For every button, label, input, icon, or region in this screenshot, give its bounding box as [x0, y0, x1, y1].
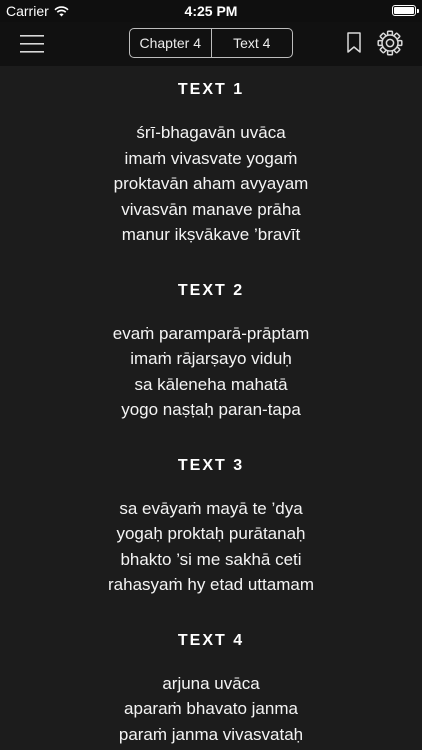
verse-content: TEXT 1 śrī-bhagavān uvāca imaṁ vivasvate… — [0, 66, 422, 750]
verse-line: bhakto ’si me sakhā ceti — [120, 549, 302, 569]
verse-line: sa evāyaṁ mayā te ’dya — [119, 498, 303, 518]
verse-line: arjuna uvāca — [162, 673, 260, 693]
verse-block: arjuna uvāca aparaṁ bhavato janma paraṁ … — [0, 671, 422, 748]
verse-line: rahasyaṁ hy etad uttamam — [108, 575, 314, 594]
chapter-segment[interactable]: Chapter 4 — [130, 29, 211, 57]
verse-line: yogaḥ proktaḥ purātanaḥ — [116, 524, 306, 543]
gear-icon[interactable] — [377, 30, 403, 56]
verse-line: imaṁ rājarṣayo viduḥ — [130, 349, 292, 368]
text-heading: TEXT 3 — [177, 456, 245, 474]
verse-line: yogo naṣṭaḥ paran-tapa — [121, 400, 301, 419]
text-heading: TEXT 4 — [177, 631, 245, 649]
verse-line: manur ikṣvākave ’bravīt — [121, 225, 301, 244]
battery-icon — [392, 5, 419, 16]
text-segment[interactable]: Text 4 — [210, 29, 293, 57]
text-section: TEXT 4 arjuna uvāca aparaṁ bhavato janma… — [0, 631, 422, 748]
text-section: TEXT 2 evaṁ paramparā-prāptam imaṁ rājar… — [0, 281, 422, 423]
status-bar: Carrier 4:25 PM — [0, 0, 422, 22]
verse-line: aparaṁ bhavato janma — [124, 699, 298, 718]
verse-line: proktavān aham avyayam — [113, 174, 309, 193]
text-heading: TEXT 2 — [177, 281, 245, 299]
verse-line: śrī-bhagavān uvāca — [136, 123, 286, 142]
text-section: TEXT 1 śrī-bhagavān uvāca imaṁ vivasvate… — [0, 80, 422, 248]
text-section: TEXT 3 sa evāyaṁ mayā te ’dya yogaḥ prok… — [0, 456, 422, 598]
text-heading: TEXT 1 — [177, 81, 245, 98]
bookmark-icon[interactable] — [346, 32, 362, 54]
verse-line: vivasvān manave prāha — [121, 199, 301, 219]
verse-block: evaṁ paramparā-prāptam imaṁ rājarṣayo vi… — [0, 321, 422, 423]
menu-icon[interactable] — [20, 34, 44, 54]
verse-line: imaṁ vivasvate yogaṁ — [124, 148, 298, 168]
verse-block: śrī-bhagavān uvāca imaṁ vivasvate yogaṁ … — [0, 120, 422, 248]
battery-fill — [394, 7, 414, 14]
verse-block: sa evāyaṁ mayā te ’dya yogaḥ proktaḥ pur… — [0, 496, 422, 598]
verse-line: paraṁ janma vivasvataḥ — [118, 724, 304, 744]
verse-line: evaṁ paramparā-prāptam — [112, 323, 310, 343]
status-time: 4:25 PM — [184, 3, 238, 19]
nav-bar: Chapter 4 Text 4 — [0, 22, 422, 66]
chapter-text-selector: Chapter 4 Text 4 — [129, 28, 293, 58]
verse-line: sa kāleneha mahatā — [134, 374, 288, 394]
